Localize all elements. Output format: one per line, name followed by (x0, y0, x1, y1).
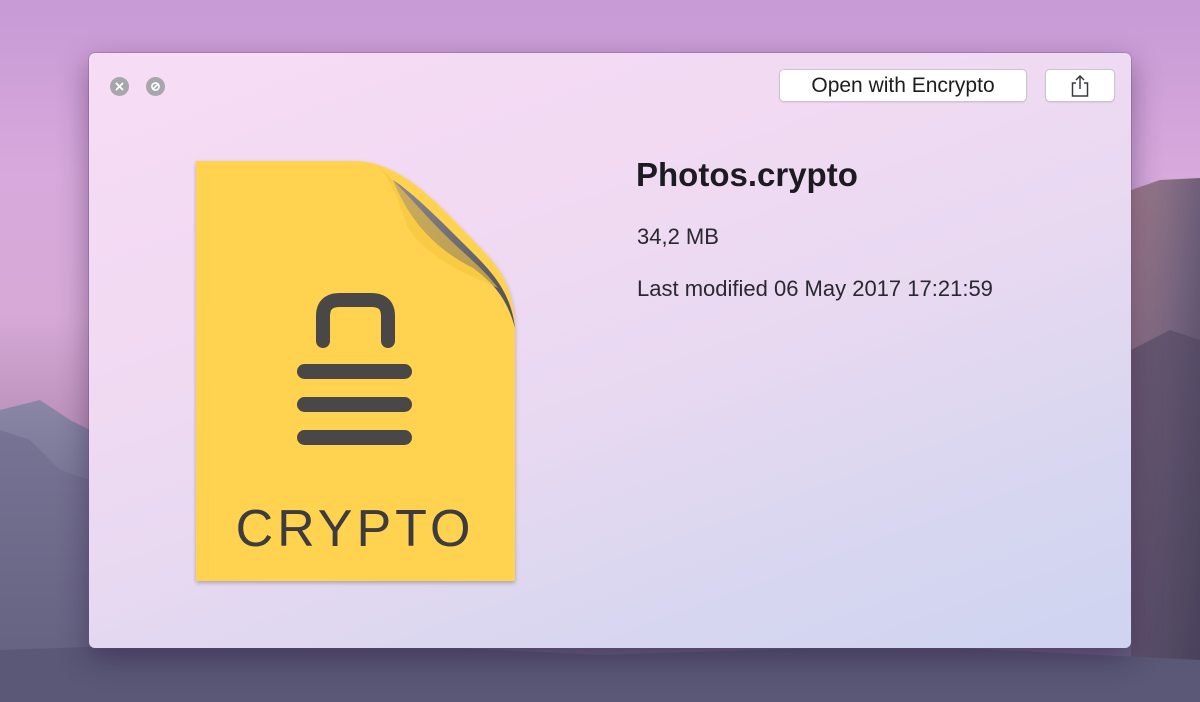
desktop: Open with Encrypto CRYPTO Photos.crypto … (0, 0, 1200, 702)
file-name: Photos.crypto (636, 156, 858, 193)
last-modified: Last modified 06 May 2017 17:21:59 (637, 276, 993, 301)
crypto-file-icon: CRYPTO (196, 161, 515, 581)
quick-look-window: Open with Encrypto CRYPTO Photos.crypto … (89, 53, 1131, 648)
file-size: 34,2 MB (637, 224, 719, 249)
block-icon (151, 82, 160, 91)
share-icon (1071, 74, 1089, 97)
open-with-encrypto-button[interactable]: Open with Encrypto (779, 69, 1027, 102)
close-button[interactable] (110, 77, 129, 96)
icon-label: CRYPTO (236, 500, 475, 558)
share-button[interactable] (1045, 69, 1115, 102)
fullscreen-button[interactable] (146, 77, 165, 96)
close-icon (115, 82, 124, 91)
